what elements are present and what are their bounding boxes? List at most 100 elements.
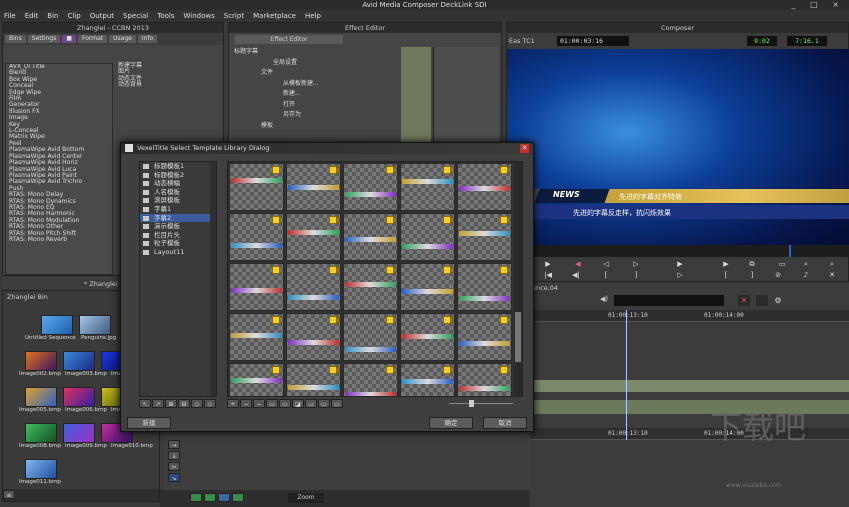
param-row[interactable]: 标题字幕 xyxy=(231,47,401,58)
play-reverse-icon[interactable]: ◀ xyxy=(571,260,585,269)
tree-tool-icon[interactable]: ◇ xyxy=(204,399,216,408)
tree-tool-icon[interactable]: ↗ xyxy=(152,399,164,408)
menu-script[interactable]: Script xyxy=(224,12,244,20)
template-thumbnail[interactable] xyxy=(286,213,341,261)
slider-track[interactable] xyxy=(449,403,513,404)
thumbnail[interactable] xyxy=(25,459,57,479)
audio-monitor-icon[interactable]: ◀) xyxy=(600,295,610,305)
menu-windows[interactable]: Windows xyxy=(184,12,215,20)
bin-tab-label[interactable]: * Zhanglei Bin xyxy=(2,278,122,300)
grid-tool-icon[interactable]: − xyxy=(253,399,265,408)
tree-item[interactable]: 标题模板1 xyxy=(140,162,216,171)
template-thumbnail[interactable] xyxy=(400,163,455,211)
template-thumbnail[interactable] xyxy=(286,313,341,361)
effect-category-item[interactable]: RTAS: Mono Reverb xyxy=(6,236,112,243)
template-thumbnail[interactable] xyxy=(229,363,284,396)
thumbnail[interactable] xyxy=(63,423,95,443)
param-row[interactable]: 打开 xyxy=(231,100,401,111)
tab-settings[interactable]: Settings xyxy=(27,35,61,43)
zoom-in-icon[interactable]: ⌕ xyxy=(799,260,813,269)
mark-out-icon[interactable]: ▶ xyxy=(719,260,733,269)
tree-tool-icon[interactable]: ⊞ xyxy=(165,399,177,408)
template-thumbnail[interactable] xyxy=(400,213,455,261)
tab-effects-icon[interactable]: ■ xyxy=(62,35,76,43)
tree-tool-icon[interactable]: ⊟ xyxy=(178,399,190,408)
lift-icon[interactable]: [ xyxy=(719,271,733,280)
grid-tool-icon[interactable]: ▭ xyxy=(318,399,330,408)
tree-item[interactable]: 演示模板 xyxy=(140,222,216,231)
menu-clip[interactable]: Clip xyxy=(67,12,80,20)
param-row[interactable]: 全局设置 xyxy=(231,58,401,69)
audio-icon[interactable]: ♪ xyxy=(799,271,813,280)
thumbnail[interactable] xyxy=(79,315,111,335)
mark-in-icon[interactable]: ▶ xyxy=(541,260,555,269)
play-icon[interactable]: ▶ xyxy=(673,260,687,269)
template-thumbnail[interactable] xyxy=(343,213,398,261)
tree-tool-icon[interactable]: ◇ xyxy=(191,399,203,408)
dialog-close-icon[interactable]: ✕ xyxy=(520,144,529,153)
template-thumbnail[interactable] xyxy=(343,313,398,361)
effect-category-list[interactable]: AVX_UI Title Blend Box Wipe Conceal Edge Wip… xyxy=(5,63,113,275)
menu-marketplace[interactable]: Marketplace xyxy=(253,12,296,20)
grid-tool-icon[interactable]: ▭ xyxy=(331,399,343,408)
keyframe-area[interactable] xyxy=(433,47,499,143)
frame-back-icon[interactable]: ◀| xyxy=(569,271,583,280)
thumbnail[interactable] xyxy=(25,423,57,443)
param-row[interactable]: 新建... xyxy=(231,89,401,100)
add-template-icon[interactable]: + xyxy=(227,399,239,408)
template-thumbnail[interactable] xyxy=(343,263,398,311)
tab-info[interactable]: Info xyxy=(137,35,158,43)
bin-menu-icon[interactable]: ≡ xyxy=(3,490,15,499)
template-thumbnail[interactable] xyxy=(457,213,512,261)
segment-mode-icon[interactable]: → xyxy=(168,440,180,449)
template-thumbnail[interactable] xyxy=(286,363,341,396)
thumbnail[interactable] xyxy=(25,387,57,407)
menu-bin[interactable]: Bin xyxy=(47,12,58,20)
window-controls[interactable]: _ □ × xyxy=(792,0,845,10)
tab-format[interactable]: Format xyxy=(78,35,108,43)
ok-button[interactable]: 确定 xyxy=(429,417,473,429)
template-thumbnail[interactable] xyxy=(343,363,398,396)
extract-icon[interactable]: ] xyxy=(745,271,759,280)
grid-tool-icon[interactable]: ▭ xyxy=(305,399,317,408)
template-thumbnail[interactable] xyxy=(229,163,284,211)
template-thumbnail[interactable] xyxy=(457,313,512,361)
monitor-icon[interactable]: ▭ xyxy=(775,260,789,269)
track-toggle-icon[interactable] xyxy=(232,493,244,502)
menu-file[interactable]: File xyxy=(4,12,16,20)
menu-help[interactable]: Help xyxy=(305,12,321,20)
tree-item[interactable]: 粒子模板 xyxy=(140,239,216,248)
menu-edit[interactable]: Edit xyxy=(25,12,39,20)
new-button[interactable]: 新建 xyxy=(127,417,171,429)
tree-item[interactable]: 字幕1 xyxy=(140,205,216,214)
effect-type-item[interactable]: 动态背景 xyxy=(115,81,221,88)
tab-usage[interactable]: Usage xyxy=(109,35,136,43)
effect-editor-tab[interactable]: Effect Editor xyxy=(235,35,343,44)
timecode-display[interactable]: 01:00:03:16 xyxy=(557,36,629,46)
grid-tool-icon[interactable]: ▭ xyxy=(279,399,291,408)
template-thumbnail[interactable] xyxy=(457,163,512,211)
param-row[interactable]: 模板 xyxy=(231,121,401,132)
delete-icon[interactable]: ✕ xyxy=(738,295,750,306)
param-row[interactable]: 文件 xyxy=(231,68,401,79)
keyframe-track[interactable] xyxy=(401,47,431,143)
grid-tool-icon[interactable]: ▭ xyxy=(266,399,278,408)
zoom-selector[interactable]: Zoom xyxy=(288,493,324,503)
go-to-start-icon[interactable]: |◀ xyxy=(541,271,555,280)
template-thumbnail[interactable] xyxy=(457,363,512,396)
layout-icon[interactable] xyxy=(756,295,768,306)
track-toggle-icon[interactable] xyxy=(218,493,230,502)
template-thumbnail[interactable] xyxy=(229,263,284,311)
step-back-icon[interactable]: ◁ xyxy=(599,260,613,269)
tc-right-1[interactable]: 9:02 xyxy=(747,36,777,46)
tree-item[interactable]: 动态横幅 xyxy=(140,179,216,188)
template-thumbnail[interactable] xyxy=(400,263,455,311)
template-thumbnail[interactable] xyxy=(286,163,341,211)
playhead[interactable] xyxy=(626,310,627,440)
add-edit-icon[interactable]: ↘ xyxy=(168,473,180,482)
step-forward-icon[interactable]: ▷ xyxy=(629,260,643,269)
param-row[interactable]: 另存为 xyxy=(231,110,401,121)
position-indicator[interactable] xyxy=(789,245,791,257)
tab-bins[interactable]: Bins xyxy=(5,35,26,43)
mark-clip-icon[interactable]: [ xyxy=(599,271,613,280)
